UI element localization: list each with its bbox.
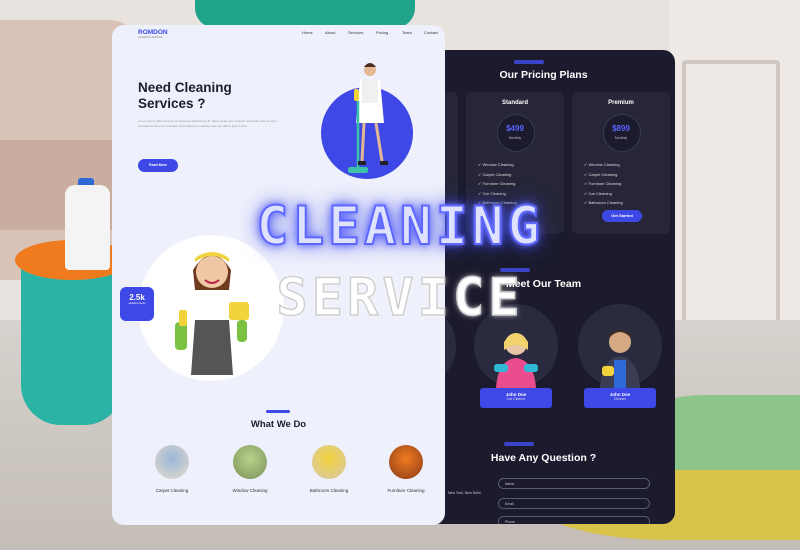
team-role: Cleaner	[613, 397, 627, 401]
name-field[interactable]: Name	[498, 478, 650, 489]
phone-field[interactable]: Phone	[498, 516, 650, 524]
contact-address: New York, New Delhi	[448, 491, 481, 495]
feature-item: Furniture Cleaning	[584, 179, 623, 189]
team-role: Car Cleaner	[506, 397, 526, 401]
furniture-cleaning-icon	[389, 445, 423, 479]
nav-team[interactable]: Team	[402, 30, 412, 35]
service-label: Furniture Cleaning	[387, 488, 425, 493]
service-label: Bathroom Cleaning	[309, 488, 349, 493]
email-field[interactable]: Email	[498, 498, 650, 509]
what-we-do-title: What We Do	[250, 419, 307, 430]
feature-item: Carpet Cleaning	[478, 170, 517, 180]
plan-period: Monthly	[614, 136, 628, 140]
overlay-title-cleaning: CLEANING	[255, 195, 544, 258]
green-glove	[195, 0, 415, 28]
bathroom-cleaning-icon	[312, 445, 346, 479]
section-pill	[504, 442, 534, 446]
team-tag: John Doe Cleaner	[584, 388, 656, 408]
plan-name: Standard	[501, 100, 528, 106]
read-more-button[interactable]: Read More	[138, 159, 178, 172]
plan-price: $899	[612, 124, 630, 133]
nav-services[interactable]: Services	[348, 30, 363, 35]
feature-item: Furniture Cleaning	[478, 179, 517, 189]
service-carpet[interactable]: Carpet Cleaning	[142, 445, 202, 493]
plan-price: $499	[506, 124, 524, 133]
question-title: Have Any Question ?	[490, 452, 597, 464]
service-window[interactable]: Window Cleaning	[220, 445, 280, 493]
nav-home[interactable]: Home	[302, 30, 313, 35]
overlay-title-service: SERVICE	[276, 267, 524, 329]
nav-about[interactable]: About	[325, 30, 335, 35]
brand-tagline: CLEANING SERVICE	[138, 36, 163, 39]
window-cleaning-icon	[233, 445, 267, 479]
feature-item: Window Cleaning	[478, 160, 517, 170]
team-name: John Doe	[609, 392, 631, 397]
carpet-cleaning-icon	[155, 445, 189, 479]
nav-pricing[interactable]: Pricing	[376, 30, 388, 35]
service-label: Window Cleaning	[232, 488, 268, 493]
feature-item: Carpet Cleaning	[584, 170, 623, 180]
feature-item: Window Cleaning	[584, 160, 623, 170]
plan-name: Premium	[608, 100, 634, 106]
hero-title: Need Cleaning Services ?	[138, 80, 232, 111]
service-label: Carpet Cleaning	[155, 488, 189, 493]
plan-period: Monthly	[508, 136, 522, 140]
team-tag: John Doe Car Cleaner	[480, 388, 552, 408]
service-furniture[interactable]: Furniture Cleaning	[376, 445, 436, 493]
team-name: John Doe	[505, 392, 527, 397]
hero-text: Lorem ipsum dolor sit amet consectetur a…	[138, 119, 277, 128]
cleaner-illustration	[348, 61, 392, 181]
price-circle	[497, 114, 535, 152]
section-pill	[514, 60, 544, 64]
nav-contact[interactable]: Contact	[424, 30, 438, 35]
price-circle	[603, 114, 641, 152]
pricing-title: Our Pricing Plans	[499, 69, 588, 81]
section-pill	[266, 410, 290, 413]
service-bathroom[interactable]: Bathroom Cleaning	[299, 445, 359, 493]
brand-logo[interactable]: ROMDON	[138, 29, 168, 36]
